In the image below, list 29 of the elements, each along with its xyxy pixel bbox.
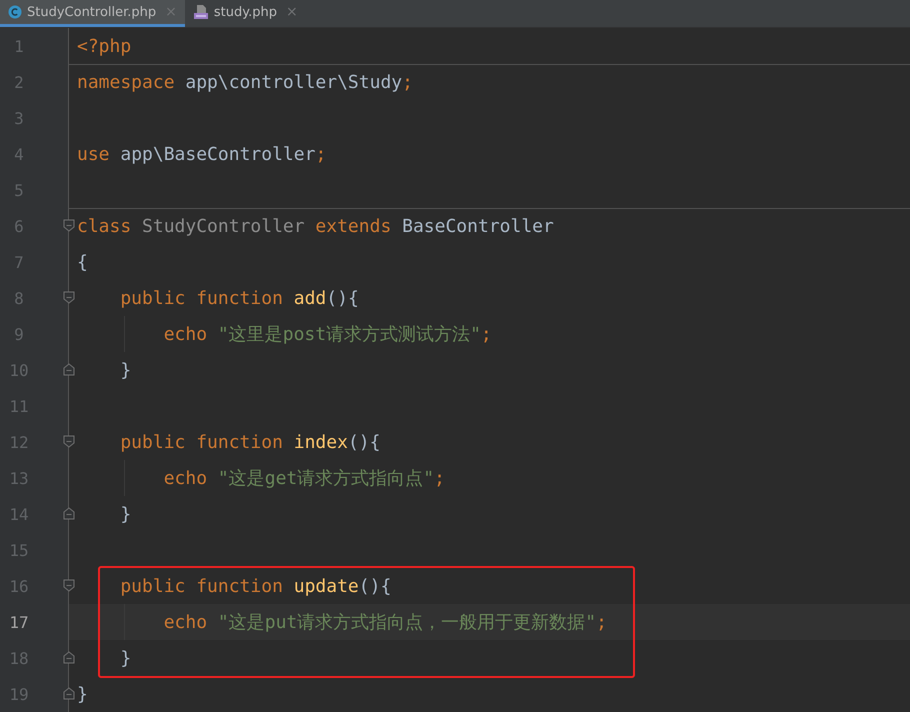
code-line: class StudyController extends BaseController <box>77 216 554 237</box>
fold-marker-icon[interactable] <box>63 579 75 592</box>
code-line: } <box>119 360 132 380</box>
code-line: echo "这是put请求方式指向点，一般用于更新数据"; <box>162 611 607 634</box>
code-line: } <box>119 504 132 524</box>
tab[interactable]: StudyController.php × <box>0 0 185 27</box>
code-line: public function update(){ <box>119 576 392 596</box>
fold-marker-icon[interactable] <box>63 291 75 304</box>
code-line: <?php <box>77 36 132 56</box>
close-icon[interactable]: × <box>286 4 298 20</box>
fold-marker-icon[interactable] <box>63 363 75 376</box>
code-line: } <box>77 684 88 704</box>
class-file-icon <box>8 5 22 19</box>
code-line: echo "这里是post请求方式测试方法"; <box>162 323 492 346</box>
fold-marker-icon[interactable] <box>63 687 75 700</box>
php-file-icon <box>192 4 209 20</box>
fold-marker-icon[interactable] <box>63 651 75 664</box>
code-line: public function index(){ <box>119 432 380 452</box>
code-line: echo "这是get请求方式指向点"; <box>162 467 445 490</box>
fold-marker-icon[interactable] <box>63 507 75 520</box>
code-line: } <box>119 648 132 668</box>
fold-marker-icon[interactable] <box>63 435 75 448</box>
fold-marker-icon[interactable] <box>63 219 75 232</box>
code-line: use app\BaseController; <box>77 144 326 164</box>
line-number: 17 <box>8 612 30 632</box>
code-line: namespace app\controller\Study; <box>77 72 413 93</box>
code-line: public function add(){ <box>119 288 359 308</box>
tab[interactable]: study.php × <box>184 0 306 27</box>
code-line: { <box>77 252 88 272</box>
